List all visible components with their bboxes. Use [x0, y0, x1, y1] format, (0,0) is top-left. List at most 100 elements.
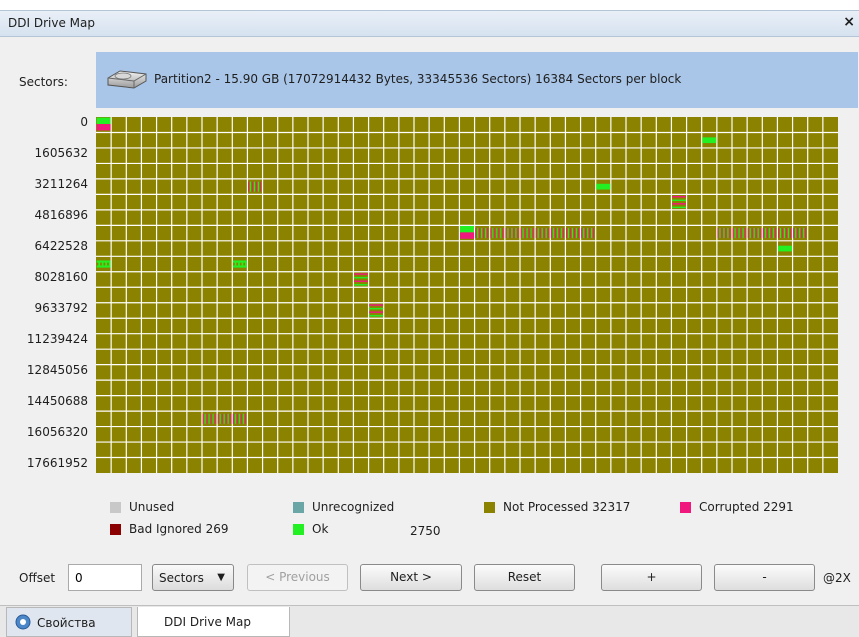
chevron-down-icon: ▼: [217, 572, 225, 583]
map-block-part: [725, 228, 727, 239]
map-block-part: [481, 228, 483, 239]
map-block-ok: [778, 245, 792, 252]
map-block-part: [556, 228, 558, 239]
map-block-part: [552, 228, 554, 239]
map-block-part: [572, 228, 573, 239]
map-block-part: [719, 228, 721, 239]
offset-label: Offset: [19, 571, 56, 585]
drive-map-grid[interactable]: [96, 117, 838, 473]
map-block-part: [787, 228, 789, 239]
map-block-part: [581, 228, 583, 239]
map-block-part: [515, 228, 517, 239]
hard-disk-icon: [106, 68, 148, 93]
map-block-part: [485, 228, 487, 239]
row-offset-label: 0: [80, 115, 88, 129]
map-block-part: [717, 228, 719, 239]
map-block-part: [566, 228, 568, 239]
map-block-part: [354, 280, 368, 282]
map-block-part: [202, 413, 204, 424]
tab-ddi-drive-map[interactable]: DDI Drive Map: [137, 607, 290, 637]
map-block-part: [577, 228, 579, 239]
bottom-tab-bar: Свойства DDI Drive Map: [0, 605, 859, 637]
map-block-part: [770, 228, 772, 239]
map-block-part: [354, 273, 368, 275]
map-block-okstripe: [96, 260, 111, 268]
map-block-part: [520, 228, 522, 239]
map-block-part: [208, 413, 210, 424]
legend-count: 2750: [410, 524, 441, 538]
map-block-part: [257, 181, 259, 192]
reset-button[interactable]: Reset: [474, 564, 575, 591]
map-block-part: [535, 228, 537, 239]
map-block-part: [526, 228, 528, 239]
map-block-part: [778, 245, 792, 252]
row-offset-label: 11239424: [26, 332, 88, 346]
map-block-part: [766, 228, 768, 239]
map-block-part: [509, 228, 511, 239]
map-block-part: [511, 228, 513, 239]
map-block-part: [507, 228, 509, 239]
map-block-part: [672, 206, 686, 209]
close-icon[interactable]: ×: [843, 14, 855, 30]
map-block-part: [729, 228, 731, 239]
map-block-part: [672, 199, 686, 201]
map-block-part: [672, 203, 686, 205]
map-block-part: [256, 181, 257, 192]
next-button[interactable]: Next >: [360, 564, 462, 591]
offset-input[interactable]: [68, 564, 142, 591]
map-block-part: [742, 228, 744, 239]
legend-label: Not Processed 32317: [503, 500, 631, 514]
map-block-part: [780, 228, 782, 239]
map-block-part: [221, 413, 223, 424]
map-block-part: [672, 195, 686, 198]
map-block-part: [784, 228, 785, 239]
map-block-part: [460, 225, 474, 233]
map-block-ok: [596, 183, 611, 190]
map-block-part: [498, 228, 500, 239]
map-block-part: [460, 232, 474, 239]
previous-button[interactable]: < Previous: [247, 564, 348, 591]
map-block-part: [490, 228, 492, 239]
map-block-part: [227, 413, 229, 424]
map-block-part: [774, 228, 776, 239]
tab-properties[interactable]: Свойства: [6, 607, 132, 637]
map-block-part: [768, 228, 770, 239]
panel-title: DDI Drive Map: [8, 16, 95, 30]
map-block-part: [772, 228, 774, 239]
unit-select[interactable]: Sectors ▼: [152, 564, 234, 591]
map-block-part: [225, 413, 227, 424]
map-block-part: [801, 228, 803, 239]
zoom-out-button[interactable]: -: [714, 564, 815, 591]
map-block-part: [702, 137, 717, 144]
legend-label: Unused: [129, 500, 175, 514]
map-block-part: [585, 228, 587, 239]
row-offset-label: 3211264: [34, 177, 88, 191]
row-offset-label: 16056320: [26, 425, 88, 439]
map-block-part: [223, 413, 225, 424]
map-block-part: [494, 228, 496, 239]
map-block-part: [492, 228, 494, 239]
map-block-part: [475, 228, 477, 239]
map-block-part: [543, 228, 545, 239]
row-offset-label: 9633792: [34, 301, 88, 315]
map-block-part: [252, 181, 254, 192]
map-block-mixed: [460, 225, 474, 239]
legend-label: Ok: [312, 522, 329, 536]
zoom-in-button[interactable]: +: [601, 564, 702, 591]
map-block-part: [596, 183, 611, 190]
map-block-part: [757, 228, 759, 239]
row-offset-label: 14450688: [26, 394, 88, 408]
map-block-part: [369, 311, 384, 313]
map-block-part: [797, 228, 799, 239]
map-block-part: [500, 228, 502, 239]
map-block-part: [243, 262, 246, 266]
legend-swatch: [110, 502, 121, 513]
drive-map-canvas[interactable]: [96, 117, 838, 473]
map-block-part: [782, 228, 784, 239]
row-offset-label: 1605632: [34, 146, 88, 160]
map-block-part: [747, 228, 749, 239]
unit-select-value: Sectors: [159, 571, 204, 585]
map-block-ok: [702, 137, 717, 144]
legend-swatch: [680, 502, 691, 513]
navigation-controls: Offset Sectors ▼ < Previous Next > Reset…: [0, 563, 859, 595]
